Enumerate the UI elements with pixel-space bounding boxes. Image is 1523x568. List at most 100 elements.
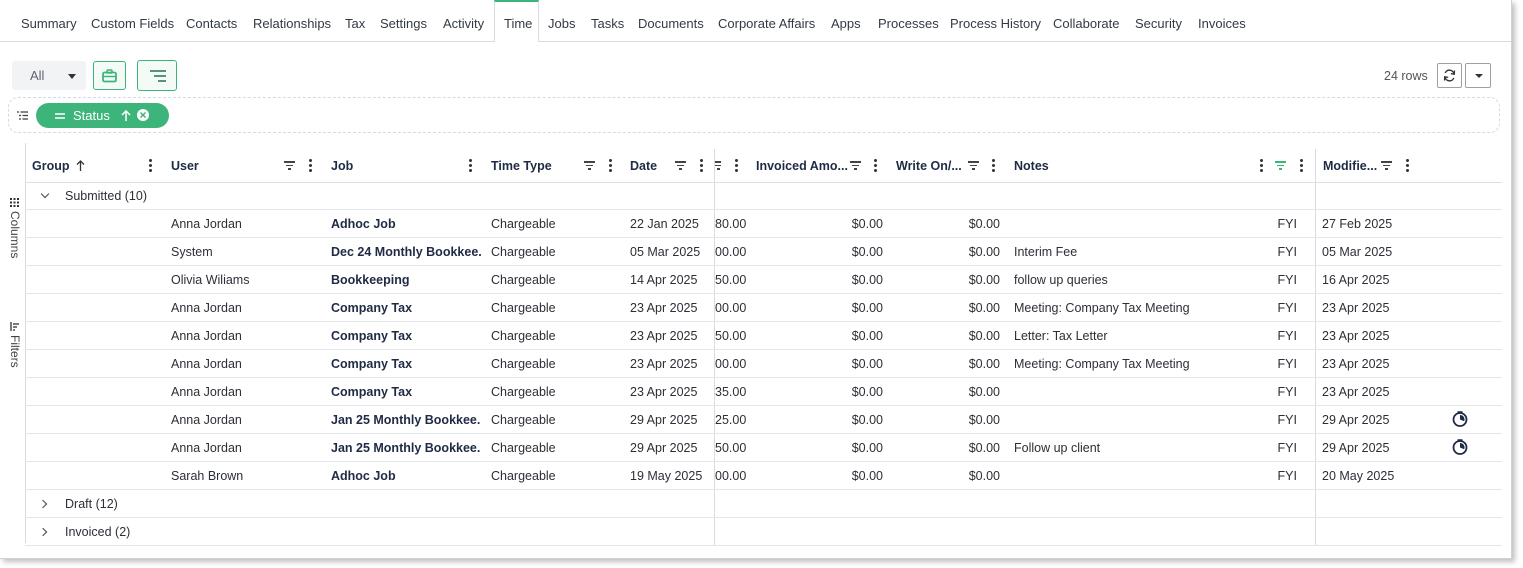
cell-notes: Letter: Tax Letter	[1014, 329, 1108, 343]
cell-user: Sarah Brown	[171, 469, 244, 483]
table-row[interactable]: Olivia Wiliams Bookkeeping Chargeable 14 Ap…	[25, 266, 1502, 294]
tab-settings[interactable]: Settings	[371, 0, 436, 41]
status-filter-select[interactable]: All	[12, 61, 86, 90]
cell-job[interactable]: Adhoc Job	[331, 210, 481, 238]
tab-contacts[interactable]: Contacts	[177, 0, 246, 41]
row-group-drop-zone[interactable]	[8, 97, 1500, 133]
cell-job[interactable]: Company Tax	[331, 378, 481, 406]
tab-documents[interactable]: Documents	[629, 0, 713, 41]
filters-panel-label: Filters	[8, 335, 22, 368]
tab-summary[interactable]: Summary	[12, 0, 86, 41]
column-menu-icon[interactable]	[609, 159, 612, 172]
column-menu-icon[interactable]	[874, 159, 877, 172]
cell-job[interactable]: Jan 25 Monthly Bookkee...	[331, 434, 481, 462]
filter-icon[interactable]	[1381, 161, 1392, 170]
remove-chip-icon[interactable]	[137, 109, 149, 121]
table-row[interactable]: Anna Jordan Company Tax Chargeable 23 Apr 2…	[25, 322, 1502, 350]
cell-fyi: FYI	[1277, 413, 1297, 427]
cell-job[interactable]: Bookkeeping	[331, 266, 481, 294]
cell-job[interactable]: Company Tax	[331, 294, 481, 322]
table-row[interactable]: Anna Jordan Company Tax Chargeable 23 Apr 2…	[25, 294, 1502, 322]
column-menu-icon[interactable]	[469, 159, 472, 172]
cell-time-type: Chargeable	[491, 357, 556, 371]
tab-invoices[interactable]: Invoices	[1189, 0, 1255, 41]
tab-apps[interactable]: Apps	[822, 0, 870, 41]
more-options-dropdown-button[interactable]	[1465, 63, 1491, 88]
column-menu-icon[interactable]	[992, 159, 995, 172]
column-menu-icon[interactable]	[1300, 159, 1303, 172]
chevron-down-icon[interactable]	[40, 189, 50, 199]
timer-icon[interactable]	[1452, 411, 1468, 427]
table-row[interactable]: Anna Jordan Company Tax Chargeable 23 Apr 2…	[25, 350, 1502, 378]
tab-corporate-affairs[interactable]: Corporate Affairs	[709, 0, 824, 41]
column-menu-icon[interactable]	[1406, 159, 1409, 172]
cell-job[interactable]: Company Tax	[331, 350, 481, 378]
header-invoiced-amount[interactable]: Invoiced Amo...	[756, 149, 848, 182]
tab-time[interactable]: Time	[494, 0, 539, 42]
tab-custom-fields[interactable]: Custom Fields	[82, 0, 183, 41]
tab-security[interactable]: Security	[1126, 0, 1191, 41]
column-menu-icon[interactable]	[309, 159, 312, 172]
filter-icon[interactable]	[968, 161, 979, 170]
table-row[interactable]: Anna Jordan Company Tax Chargeable 23 Apr 2…	[25, 378, 1502, 406]
header-modified[interactable]: Modifie...	[1323, 149, 1379, 182]
group-row-invoiced[interactable]: Invoiced (2)	[25, 518, 1502, 546]
cell-notes: Follow up client	[1014, 441, 1101, 455]
refresh-button[interactable]	[1437, 63, 1462, 88]
table-row[interactable]: System Dec 24 Monthly Bookkee... Chargeabl…	[25, 238, 1502, 266]
group-label: Invoiced (2)	[65, 525, 131, 539]
tab-jobs[interactable]: Jobs	[539, 0, 584, 41]
tab-relationships[interactable]: Relationships	[244, 0, 340, 41]
cell-job[interactable]: Adhoc Job	[331, 462, 481, 490]
row-count-label: 24 rows	[1384, 69, 1428, 83]
header-job[interactable]: Job	[331, 149, 353, 182]
header-time-type[interactable]: Time Type	[491, 149, 552, 182]
column-menu-icon[interactable]	[700, 159, 703, 172]
sort-ascending-icon[interactable]	[76, 160, 85, 171]
tab-process-history[interactable]: Process History	[941, 0, 1050, 41]
cell-job[interactable]: Dec 24 Monthly Bookkee...	[331, 238, 481, 266]
table-row[interactable]: Anna Jordan Adhoc Job Chargeable 22 Jan 202…	[25, 210, 1502, 238]
tab-collaborate[interactable]: Collaborate	[1044, 0, 1129, 41]
timer-icon[interactable]	[1452, 439, 1468, 455]
header-user[interactable]: User	[171, 149, 199, 182]
cell-amount: 35.00	[715, 385, 747, 399]
columns-panel-toggle[interactable]: Columns	[6, 196, 24, 262]
filter-icon[interactable]	[284, 161, 295, 170]
filter-icon[interactable]	[584, 161, 595, 170]
tab-processes[interactable]: Processes	[869, 0, 948, 41]
header-modified-label: Modifie...	[1323, 159, 1378, 173]
filters-panel-toggle[interactable]: Filters	[6, 320, 24, 370]
active-filter-icon[interactable]	[1275, 161, 1286, 170]
header-write-on[interactable]: Write On/...	[896, 149, 966, 182]
column-menu-icon[interactable]	[735, 159, 738, 172]
filter-icon[interactable]	[715, 161, 721, 170]
sort-ascending-icon[interactable]	[121, 110, 131, 121]
tab-tax[interactable]: Tax	[336, 0, 374, 41]
chevron-right-icon[interactable]	[38, 499, 48, 509]
cell-job[interactable]: Company Tax	[331, 322, 481, 350]
table-row[interactable]: Sarah Brown Adhoc Job Chargeable 19 May 202…	[25, 462, 1502, 490]
group-row-draft[interactable]: Draft (12)	[25, 490, 1502, 518]
chevron-right-icon[interactable]	[38, 527, 48, 537]
group-chip-status[interactable]: Status	[36, 103, 169, 128]
group-row-submitted[interactable]: Submitted (10)	[25, 182, 1502, 210]
cell-write-on: $0.00	[968, 469, 1000, 483]
add-time-entry-button[interactable]	[93, 61, 126, 90]
cell-date: 19 May 2025	[630, 469, 703, 483]
filter-icon[interactable]	[850, 161, 861, 170]
table-row[interactable]: Anna Jordan Jan 25 Monthly Bookkee... Char…	[25, 434, 1502, 462]
table-row[interactable]: Anna Jordan Jan 25 Monthly Bookkee... Char…	[25, 406, 1502, 434]
grid-header: Group User Job Time Type Date Invoiced A…	[25, 149, 1502, 183]
column-menu-icon[interactable]	[149, 159, 152, 172]
tab-activity[interactable]: Activity	[434, 0, 493, 41]
cell-job[interactable]: Jan 25 Monthly Bookkee...	[331, 406, 481, 434]
column-menu-icon[interactable]	[1260, 159, 1263, 172]
header-notes[interactable]: Notes	[1014, 149, 1049, 182]
cell-modified: 05 Mar 2025	[1322, 245, 1393, 259]
filter-icon[interactable]	[675, 161, 686, 170]
header-group[interactable]: Group	[32, 149, 70, 182]
header-date[interactable]: Date	[630, 149, 657, 182]
group-panel-toggle-button[interactable]	[137, 60, 177, 91]
tab-tasks[interactable]: Tasks	[582, 0, 633, 41]
